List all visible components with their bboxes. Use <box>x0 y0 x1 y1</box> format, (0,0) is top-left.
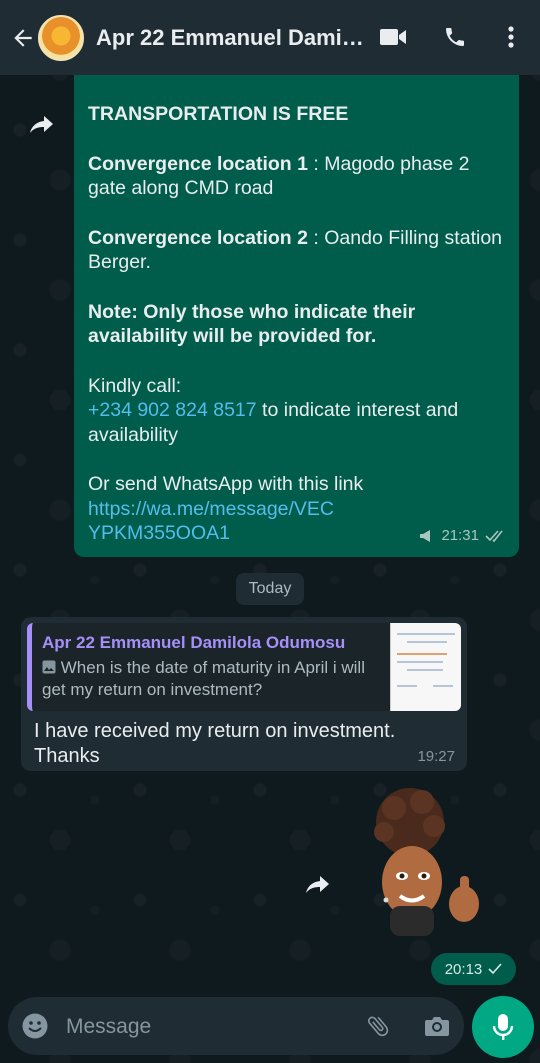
microphone-icon <box>492 1014 514 1040</box>
chat-title[interactable]: Apr 22 Emmanuel Damilola Odumosu <box>96 25 366 51</box>
attach-button[interactable] <box>363 1011 393 1041</box>
reply-message-text: I have received my return on investment.… <box>34 720 396 767</box>
video-call-icon <box>380 29 406 45</box>
phone-link[interactable]: +234 902 824 8517 <box>88 399 257 421</box>
single-check-icon <box>488 963 502 975</box>
phone-call-button[interactable] <box>440 22 470 52</box>
forward-icon <box>30 116 53 133</box>
sticker-time: 20:13 <box>444 960 483 978</box>
emoji-icon <box>22 1013 48 1039</box>
date-divider: Today <box>236 573 304 605</box>
chat-header: Apr 22 Emmanuel Damilola Odumosu <box>0 0 540 75</box>
certificate-thumbnail <box>390 623 461 711</box>
call-text: Kindly call: <box>88 374 182 397</box>
quoted-sender-name: Apr 22 Emmanuel Damilola Odumosu <box>42 633 346 652</box>
memoji-thumbs-up-icon <box>374 788 479 936</box>
message-input-bar <box>8 997 464 1055</box>
contact-avatar[interactable] <box>38 14 84 61</box>
forward-button[interactable] <box>24 106 60 142</box>
camera-button[interactable] <box>422 1011 452 1041</box>
video-call-button[interactable] <box>378 22 408 52</box>
phone-call-icon <box>446 28 464 46</box>
back-button[interactable] <box>8 18 38 58</box>
note-text: Note: Only those who indicate their avai… <box>88 300 416 348</box>
message-time: 21:31 <box>441 526 479 544</box>
quoted-text-row: When is the date of maturity in April i … <box>42 657 371 701</box>
quoted-text: When is the date of maturity in April i … <box>42 658 365 699</box>
location-2-label: Convergence location 2 <box>88 226 308 249</box>
paperclip-icon <box>367 1016 389 1037</box>
quoted-message[interactable]: Apr 22 Emmanuel Damilola Odumosu When is… <box>27 623 461 711</box>
message-input[interactable] <box>64 1009 348 1045</box>
memoji-sticker[interactable] <box>364 786 494 936</box>
forward-icon <box>306 876 329 893</box>
double-check-icon <box>485 530 503 542</box>
megaphone-icon <box>420 529 431 542</box>
voice-record-button[interactable] <box>472 996 534 1058</box>
message-meta: 21:31 <box>419 524 507 549</box>
whatsapp-text: Or send WhatsApp with this link <box>88 473 364 495</box>
more-options-icon <box>508 26 514 48</box>
forward-button[interactable] <box>300 866 336 902</box>
emoji-button[interactable] <box>20 1011 50 1041</box>
whatsapp-link[interactable]: https://wa.me/message/VECYPKM355OOA1 <box>88 497 338 546</box>
camera-icon <box>425 1017 449 1036</box>
sticker-time-chip: 20:13 <box>431 953 516 985</box>
incoming-message-bubble[interactable]: Apr 22 Emmanuel Damilola Odumosu When is… <box>21 617 467 771</box>
back-arrow-icon <box>14 28 32 47</box>
reply-message-time: 19:27 <box>417 748 455 765</box>
message-heading: TRANSPORTATION IS FREE <box>88 103 349 125</box>
location-1-label: Convergence location 1 <box>88 152 308 175</box>
outgoing-message-bubble[interactable]: TRANSPORTATION IS FREE Convergence locat… <box>74 60 519 557</box>
more-options-button[interactable] <box>496 22 526 52</box>
image-icon <box>42 660 56 674</box>
